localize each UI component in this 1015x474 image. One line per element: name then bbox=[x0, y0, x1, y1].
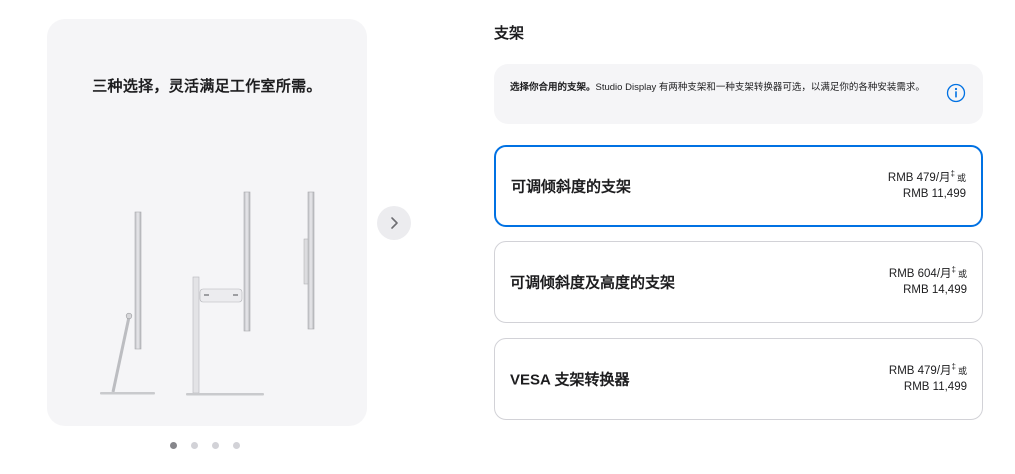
option-monthly-price: RMB 604/月 bbox=[888, 268, 952, 280]
gallery-card: 三种选择，灵活满足工作室所需。 bbox=[47, 19, 367, 426]
info-text: 选择你合用的支架。Studio Display 有两种支架和一种支架转换器可选，… bbox=[510, 80, 938, 95]
option-full-price: RMB 11,499 bbox=[903, 381, 967, 393]
gallery-dot-3[interactable] bbox=[212, 442, 219, 449]
footnote-mark: ‡ bbox=[951, 362, 956, 371]
vesa-display bbox=[303, 191, 315, 330]
footnote-mark: ‡ bbox=[951, 265, 956, 274]
price-or-text: 或 bbox=[957, 269, 967, 279]
option-monthly-price: RMB 479/月 bbox=[887, 172, 951, 184]
option-price: RMB 479/月‡ 或 RMB 11,499 bbox=[888, 170, 966, 202]
option-full-price: RMB 14,499 bbox=[903, 284, 967, 296]
gallery-next-button[interactable] bbox=[377, 206, 411, 240]
option-price: RMB 604/月‡ 或 RMB 14,499 bbox=[889, 266, 967, 298]
info-body-text: Studio Display 有两种支架和一种支架转换器可选，以满足你的各种安装… bbox=[595, 82, 925, 93]
info-bold-text: 选择你合用的支架。 bbox=[510, 82, 596, 93]
gallery-dot-4[interactable] bbox=[233, 442, 240, 449]
option-monthly-price: RMB 479/月 bbox=[888, 365, 952, 377]
stand-configurator: 三种选择，灵活满足工作室所需。 支架 选择你合用的支架。Studio Displ… bbox=[0, 0, 1015, 474]
height-stand-display bbox=[186, 191, 264, 396]
option-tilt-stand[interactable]: 可调倾斜度的支架 RMB 479/月‡ 或 RMB 11,499 bbox=[494, 145, 983, 227]
info-icon[interactable] bbox=[946, 83, 966, 103]
tilt-stand-display bbox=[100, 211, 155, 395]
option-label: 可调倾斜度及高度的支架 bbox=[510, 274, 676, 292]
option-label: 可调倾斜度的支架 bbox=[511, 178, 632, 196]
price-or-text: 或 bbox=[957, 366, 967, 376]
gallery-dot-1[interactable] bbox=[170, 442, 177, 449]
price-or-text: 或 bbox=[956, 173, 966, 183]
option-tilt-height-stand[interactable]: 可调倾斜度及高度的支架 RMB 604/月‡ 或 RMB 14,499 bbox=[494, 241, 983, 323]
gallery-pagination bbox=[170, 442, 240, 449]
footnote-mark: ‡ bbox=[950, 169, 955, 178]
option-vesa-adapter[interactable]: VESA 支架转换器 RMB 479/月‡ 或 RMB 11,499 bbox=[494, 338, 983, 420]
section-title: 支架 bbox=[494, 25, 525, 42]
option-price: RMB 479/月‡ 或 RMB 11,499 bbox=[889, 363, 967, 395]
stand-options-illustration bbox=[100, 191, 315, 396]
option-label: VESA 支架转换器 bbox=[510, 371, 630, 389]
chevron-right-icon bbox=[391, 217, 398, 229]
info-box: 选择你合用的支架。Studio Display 有两种支架和一种支架转换器可选，… bbox=[494, 64, 983, 124]
gallery-dot-2[interactable] bbox=[191, 442, 198, 449]
option-full-price: RMB 11,499 bbox=[902, 188, 966, 200]
